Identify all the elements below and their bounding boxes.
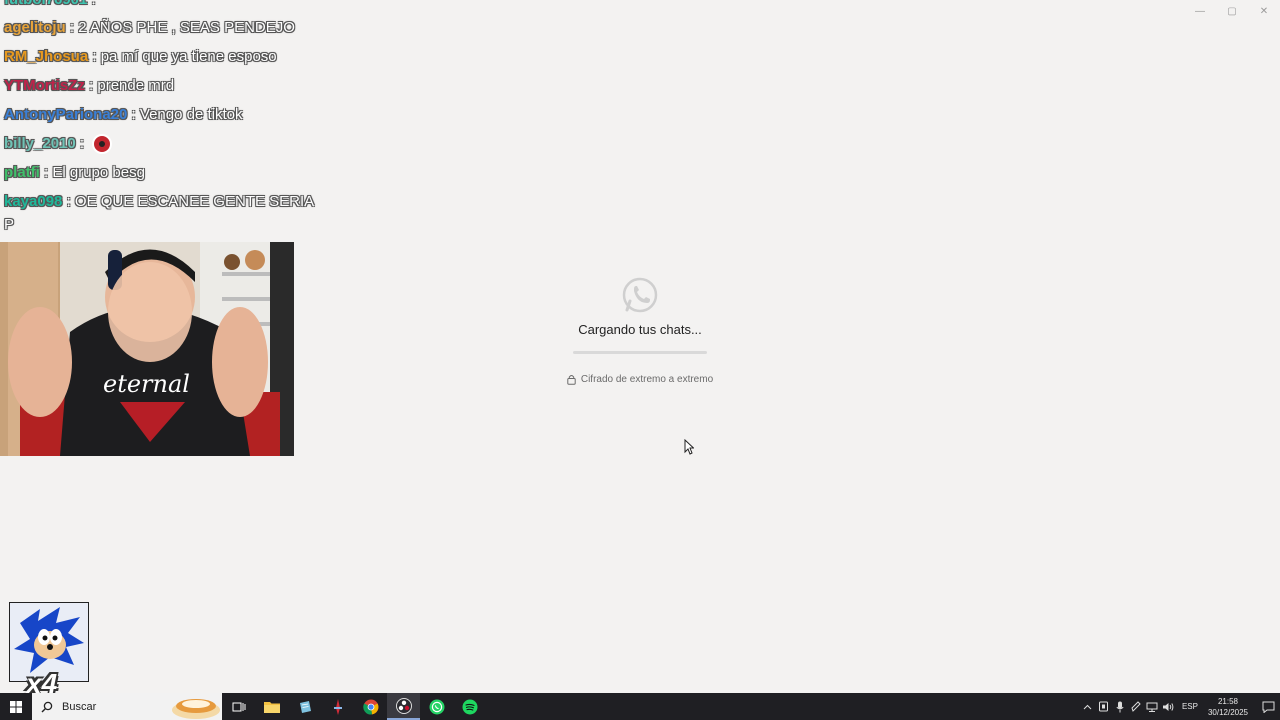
file-explorer-button[interactable] [255, 693, 288, 720]
spotify-button[interactable] [453, 693, 486, 720]
chat-line: platfi : El grupo besg [4, 158, 314, 187]
input-language[interactable]: ESP [1182, 702, 1198, 711]
clock[interactable]: 21:58 30/12/2025 [1208, 696, 1248, 718]
game-app-button[interactable] [321, 693, 354, 720]
chat-line: billy_2010 : [4, 129, 314, 158]
chat-line: YTMortisZz : prende mrd [4, 71, 314, 100]
chat-username: AntonyPariona20 [4, 106, 128, 123]
search-placeholder: Buscar [62, 700, 97, 713]
start-button[interactable] [0, 693, 32, 720]
encryption-note: Cifrado de extremo a extremo [520, 374, 760, 385]
chat-line: agelitoju : 2 AÑOS PHE , SEAS PENDEJO [4, 13, 314, 42]
red-badge-emote-icon [92, 134, 113, 155]
svg-text:eternal: eternal [103, 370, 190, 398]
obs-button[interactable] [387, 693, 420, 720]
sword-icon [333, 698, 342, 715]
system-tray: ESP 21:58 30/12/2025 [1080, 693, 1280, 720]
chat-separator: : [92, 0, 96, 8]
clock-date: 30/12/2025 [1207, 707, 1248, 717]
obs-icon [395, 697, 412, 714]
loading-progress-bar [573, 351, 707, 354]
show-hidden-icons-chevron-up-icon[interactable] [1080, 704, 1096, 710]
maximize-button[interactable]: ▢ [1216, 0, 1248, 22]
lock-icon [567, 375, 576, 385]
search-highlight-food-icon [172, 699, 220, 719]
chat-separator: : [131, 106, 136, 123]
chat-separator: : [92, 48, 97, 65]
chat-username: billy_2010 [4, 135, 76, 152]
spotify-icon [462, 699, 477, 714]
chat-separator: : [79, 135, 85, 152]
chat-line: kaya098 : OE QUE ESCANEE GENTE SERIA P [4, 187, 314, 236]
task-view-button[interactable] [222, 693, 255, 720]
whatsapp-icon [429, 699, 444, 714]
chat-separator: : [44, 164, 49, 181]
chat-line: RM_Jhosua : pa mí que ya tiene esposo [4, 42, 314, 71]
mouse-cursor-icon [684, 438, 695, 460]
chat-message: prende mrd [97, 77, 175, 94]
clock-time: 21:58 [1217, 696, 1238, 706]
chrome-icon [362, 699, 378, 714]
windows-logo-icon [10, 700, 22, 713]
chat-username: futbol76901 [4, 0, 87, 8]
loading-text: Cargando tus chats... [578, 322, 702, 337]
chat-message: 2 AÑOS PHE , SEAS PENDEJO [78, 19, 295, 36]
search-icon [38, 701, 56, 713]
window-controls: — ▢ ✕ [1184, 0, 1280, 22]
encryption-text: Cifrado de extremo a extremo [580, 374, 714, 385]
notifications-icon[interactable] [1256, 701, 1280, 713]
notepad-icon [299, 700, 311, 713]
chat-message: Vengo de tiktok [139, 106, 243, 123]
minimize-button[interactable]: — [1184, 0, 1216, 22]
whatsapp-button[interactable] [420, 693, 453, 720]
taskbar-search-box[interactable]: Buscar [32, 693, 222, 720]
whatsapp-loading-panel: Cargando tus chats... Cifrado de extremo… [520, 270, 760, 385]
chat-username: RM_Jhosua [4, 48, 89, 65]
microphone-icon[interactable] [1112, 701, 1128, 713]
chat-line-partial: futbol76901 : [4, 0, 314, 13]
network-icon[interactable] [1144, 702, 1160, 712]
chat-username: platfi [4, 164, 40, 181]
chat-username: agelitoju [4, 19, 66, 36]
chat-separator: : [69, 19, 75, 36]
webcam-feed: eternal [0, 242, 294, 456]
chat-separator: : [89, 77, 94, 94]
pen-icon[interactable] [1128, 701, 1144, 712]
chrome-button[interactable] [354, 693, 387, 720]
whatsapp-logo-icon [621, 276, 659, 314]
folder-icon [263, 702, 280, 713]
task-view-icon [232, 702, 245, 711]
chat-username: kaya098 [4, 193, 63, 210]
notepad-button[interactable] [288, 693, 321, 720]
chat-message: pa mí que ya tiene esposo [100, 48, 277, 65]
chat-separator: : [66, 193, 71, 210]
chat-username: YTMortisZz [4, 77, 85, 94]
stream-chat-overlay: futbol76901 : agelitoju : 2 AÑOS PHE , S… [4, 0, 314, 236]
taskbar: Buscar ESP 21:58 30/12/2025 [0, 693, 1280, 720]
chat-line: AntonyPariona20 : Vengo de tiktok [4, 100, 314, 129]
close-button[interactable]: ✕ [1248, 0, 1280, 22]
chat-message: El grupo besg [52, 164, 145, 181]
volume-icon[interactable] [1160, 702, 1176, 712]
device-icon[interactable] [1096, 701, 1112, 712]
webcam-image: eternal [0, 242, 294, 456]
